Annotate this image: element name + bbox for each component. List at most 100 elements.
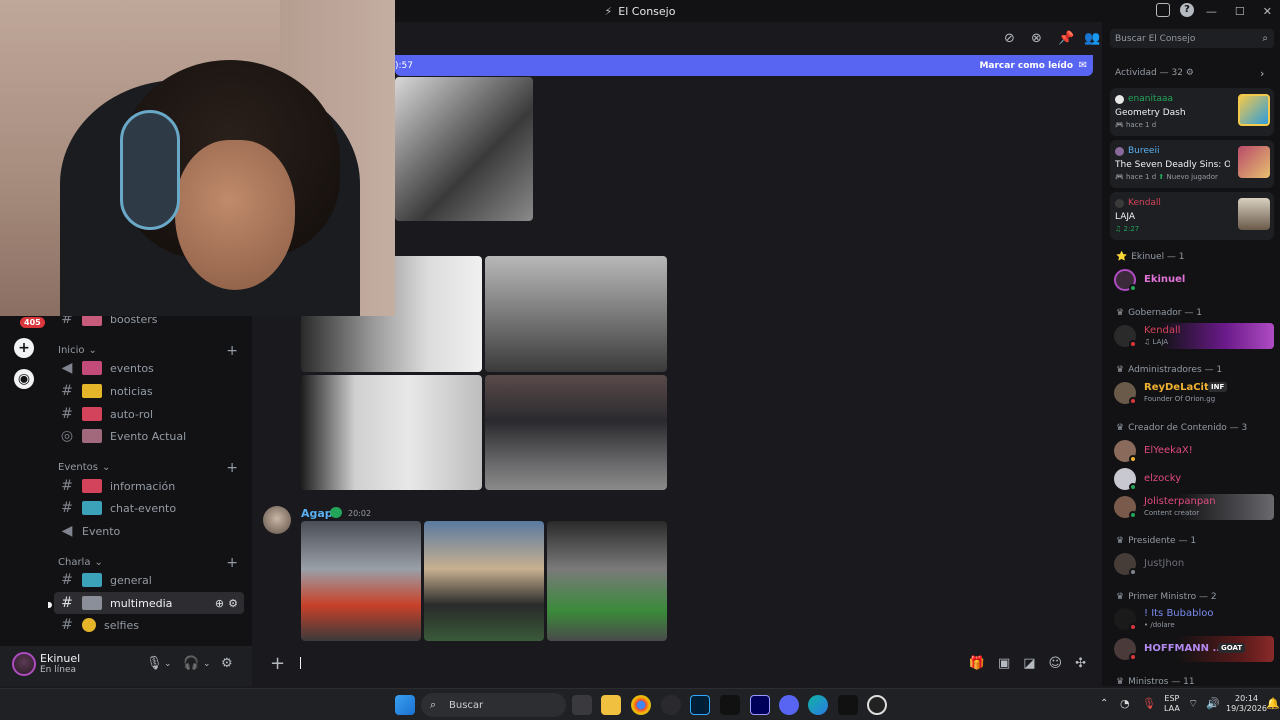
member-item[interactable]: Kendall ♫ LAJA [1112,323,1274,349]
channel-auto-rol[interactable]: # auto-rol [54,403,244,425]
member-item[interactable]: HOFFMANN ... GOAT [1112,636,1274,662]
search-input[interactable]: Buscar El Consejo ⌕ [1110,29,1274,48]
channel-evento-voice[interactable]: ◀ Evento [54,520,244,542]
add-channel-icon[interactable]: + [226,460,238,476]
tray-app-icon[interactable]: ◔ [1120,697,1130,710]
member-item[interactable]: Jolisterpanpan Content creator [1112,494,1274,520]
app-icon[interactable] [661,695,681,715]
microphone-icon[interactable]: 🎙 [146,656,163,671]
capcut-icon[interactable] [720,695,740,715]
attachment-image[interactable] [301,521,421,641]
member-item[interactable]: Ekinuel [1112,267,1274,293]
add-server-icon[interactable]: + [14,338,34,358]
emoji-icon[interactable]: ☺ [1049,656,1063,671]
member-list-icon[interactable]: 👥 [1084,31,1100,46]
minimize-icon[interactable]: — [1206,5,1217,18]
task-view-icon[interactable] [572,695,592,715]
close-icon[interactable]: ✕ [1263,5,1272,18]
chevron-down-icon[interactable]: ⌄ [203,659,211,669]
channel-noticias[interactable]: # noticias [54,380,244,402]
member-item[interactable]: JustJhon [1112,551,1274,577]
channel-general[interactable]: # general [54,569,244,591]
attachment-image[interactable] [485,375,667,490]
mute-notifications-icon[interactable]: ⊗ [1031,31,1042,46]
channel-emoji-icon [82,479,102,493]
help-icon[interactable]: ? [1180,3,1194,17]
crown-icon: ♛ [1116,423,1125,433]
channel-selfies[interactable]: # selfies [54,614,244,636]
channel-chat-evento[interactable]: # chat-evento [54,497,244,519]
gif-icon[interactable]: ▣ [998,656,1010,671]
member-item[interactable]: ReyDeLaCity INF Founder Of Orion.gg [1112,380,1274,406]
attachment-image[interactable] [485,256,667,372]
pin-icon[interactable]: 📌 [1058,31,1074,46]
gift-icon[interactable]: 🎁 [969,656,985,671]
premiere-icon[interactable] [750,695,770,715]
channel-evento-actual[interactable]: ◎ Evento Actual [54,425,244,447]
member-item[interactable]: ! Its Bubabloo • /dolare [1112,606,1274,632]
discord-icon[interactable] [779,695,799,715]
activity-header: Actividad — 32 ⚙ [1115,68,1194,78]
category-charla[interactable]: Charla ⌄ + [58,555,244,571]
activity-card[interactable]: Kendall LAJA ♫ 2:27 [1110,192,1274,240]
apps-icon[interactable]: ✣ [1075,656,1086,671]
attachment-image[interactable] [547,521,667,641]
member-item[interactable]: elzocky [1112,466,1274,492]
role-header: ♛ Ministros — 11 [1116,677,1195,687]
attachment-image[interactable] [395,77,533,221]
chevron-down-icon[interactable]: ⌄ [164,659,172,669]
attach-plus-icon[interactable]: + [270,653,285,674]
settings-gear-icon[interactable]: ⚙ [221,656,233,671]
volume-icon[interactable]: 🔊 [1206,697,1220,710]
mic-in-use-icon[interactable]: 🎙 [1142,697,1156,710]
maximize-icon[interactable]: ☐ [1235,5,1245,18]
status-dot [1129,653,1137,661]
chrome-icon[interactable] [631,695,651,715]
attachment-image[interactable] [424,521,544,641]
sticker-icon[interactable]: ◪ [1023,656,1035,671]
photoshop-icon[interactable] [690,695,710,715]
notifications-icon[interactable]: 🔔 [1266,697,1280,710]
invite-icon[interactable]: ⊕ [215,597,224,610]
capcut-icon[interactable] [838,695,858,715]
file-explorer-icon[interactable] [601,695,621,715]
clock[interactable]: 20:14 19/3/2026 [1226,694,1267,714]
channel-informacion[interactable]: # información [54,475,244,497]
channel-multimedia[interactable]: # multimedia ⊕ ⚙ [54,592,244,614]
gamepad-icon: 🎮 [1115,121,1124,129]
wifi-icon[interactable]: ⌔ [1188,697,1198,711]
crown-icon: ♛ [1116,677,1125,687]
attachment-image[interactable] [301,375,482,490]
status-dot [1129,623,1137,631]
crown-icon: ♛ [1116,536,1125,546]
hash-icon: # [61,595,73,611]
tray-chevron-icon[interactable]: ⌃ [1100,698,1108,709]
user-panel: Ekinuel En línea 🎙 ⌄ 🎧 ⌄ ⚙ [0,646,252,686]
gear-icon[interactable]: ⚙ [228,597,238,610]
category-inicio[interactable]: Inicio ⌄ + [58,343,244,359]
message-avatar[interactable] [263,506,291,534]
edge-icon[interactable] [808,695,828,715]
hash-icon: # [61,617,73,633]
taskbar-search[interactable]: ⌕ Buscar [421,693,566,717]
activity-card[interactable]: Bureeii The Seven Deadly Sins: Ori... 🎮 … [1110,140,1274,188]
member-item[interactable]: ElYeekaX! [1112,438,1274,464]
language-indicator[interactable]: ESP LAA [1164,694,1180,714]
media-player-icon[interactable] [867,695,887,715]
game-thumbnail [1238,94,1270,126]
webcam-overlay [0,0,395,316]
headphones-icon[interactable]: 🎧 [183,656,199,671]
channel-eventos[interactable]: ◀ eventos [54,357,244,379]
category-eventos[interactable]: Eventos ⌄ + [58,460,244,476]
mentions-badge: 405 [20,317,45,328]
inbox-icon[interactable] [1156,3,1170,17]
new-messages-banner[interactable]: ):57 Marcar como leído ✉ [395,55,1093,76]
discover-icon[interactable]: ◉ [14,369,34,389]
threads-icon[interactable]: ⊘ [1004,31,1015,46]
chevron-right-icon[interactable]: › [1260,67,1264,80]
activity-card[interactable]: enanitaaa Geometry Dash 🎮 hace 1 d [1110,88,1274,136]
message-composer[interactable]: + 🎁 ▣ ◪ ☺ ✣ [260,648,1096,678]
avatar[interactable] [12,652,36,676]
mark-as-read-button[interactable]: Marcar como leído [979,61,1073,71]
windows-start-icon[interactable] [395,695,415,715]
